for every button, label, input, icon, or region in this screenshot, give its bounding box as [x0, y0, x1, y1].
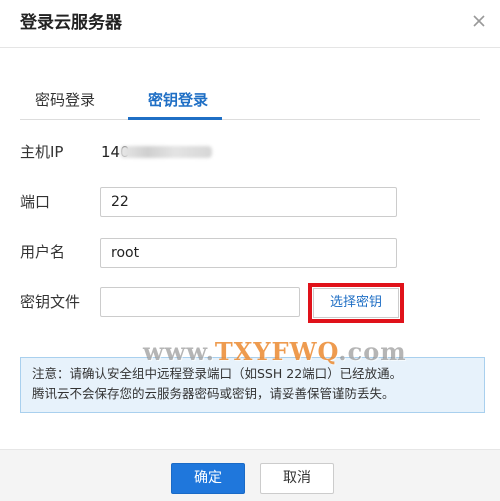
key-file-label: 密钥文件: [20, 293, 81, 311]
active-tab-indicator: [128, 117, 222, 120]
host-ip-redacted: [120, 146, 212, 158]
username-label: 用户名: [20, 243, 66, 261]
port-input[interactable]: [100, 187, 397, 217]
tab-password-login[interactable]: 密码登录: [35, 88, 95, 120]
login-cloud-server-dialog: 登录云服务器 密码登录 密钥登录 主机IP 140 端口 用户名 密钥文件 选择…: [0, 0, 500, 501]
key-file-field[interactable]: [100, 287, 300, 317]
close-icon[interactable]: [470, 12, 488, 30]
port-label: 端口: [20, 193, 51, 211]
dialog-title: 登录云服务器: [20, 13, 122, 33]
select-key-button[interactable]: 选择密钥: [313, 288, 399, 318]
notice-line-1: 注意：请确认安全组中远程登录端口（如SSH 22端口）已经放通。: [32, 366, 403, 381]
dialog-header: 登录云服务器: [0, 0, 500, 48]
tab-key-login[interactable]: 密钥登录: [148, 88, 208, 120]
security-notice: 注意：请确认安全组中远程登录端口（如SSH 22端口）已经放通。 腾讯云不会保存…: [20, 357, 485, 413]
confirm-button[interactable]: 确定: [171, 463, 245, 494]
notice-line-2: 腾讯云不会保存您的云服务器密码或密钥，请妥善保管谨防丢失。: [32, 386, 395, 401]
dialog-footer: [0, 449, 500, 501]
host-ip-label: 主机IP: [20, 143, 64, 161]
login-tabs: 密码登录 密钥登录: [20, 84, 480, 120]
username-input[interactable]: [100, 238, 397, 268]
cancel-button[interactable]: 取消: [260, 463, 334, 494]
